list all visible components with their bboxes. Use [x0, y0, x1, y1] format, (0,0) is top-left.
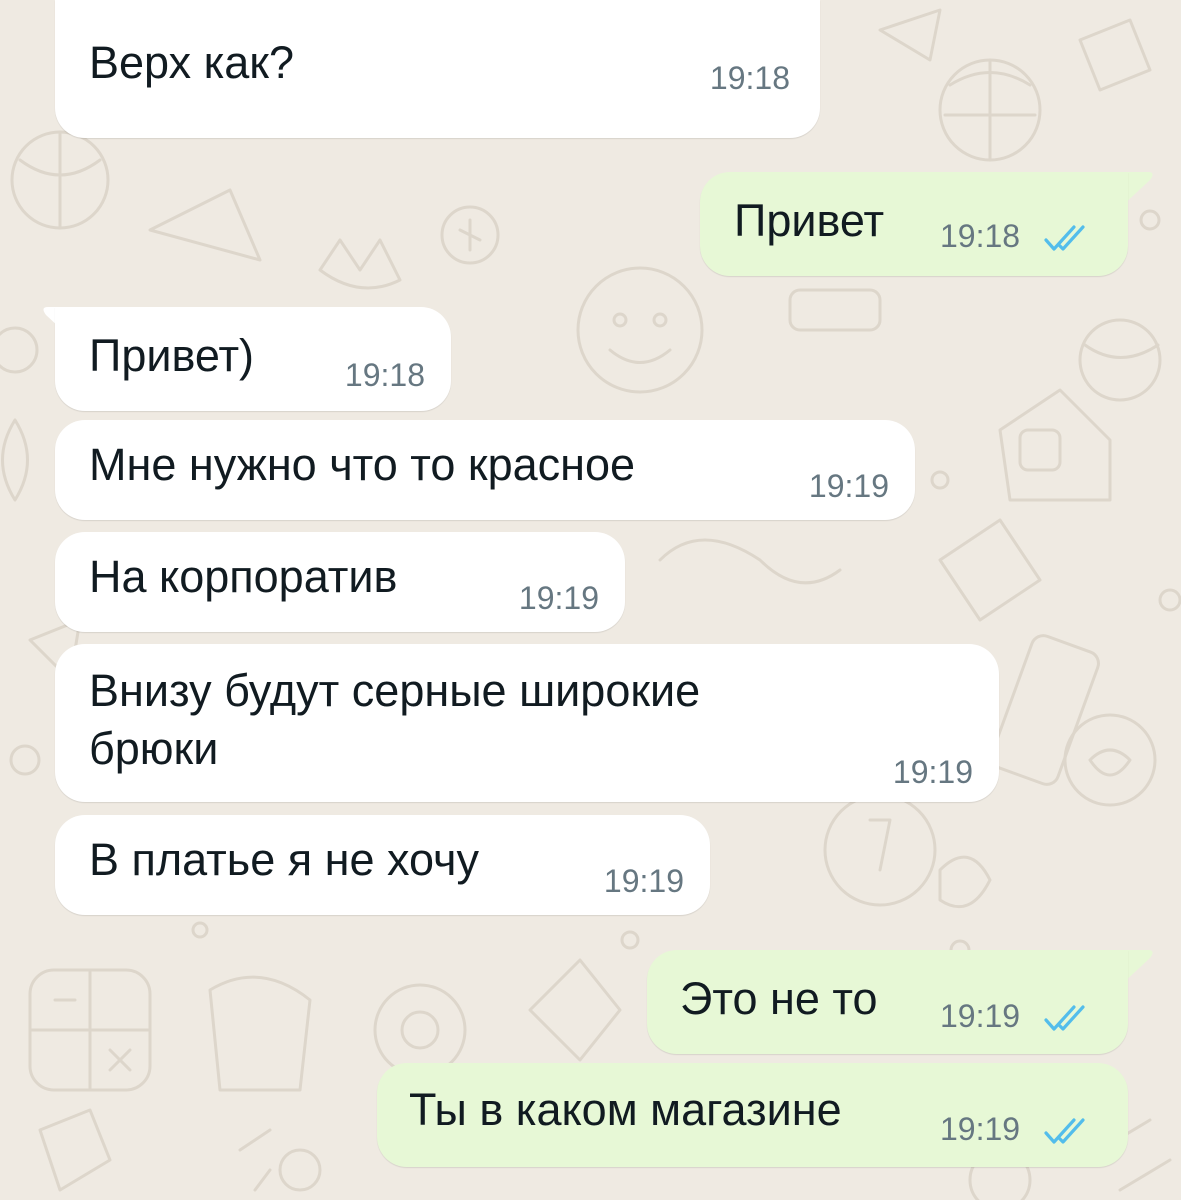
bubble-tail-outgoing	[1122, 172, 1153, 206]
message-time: 19:19	[892, 754, 973, 790]
message-time: 19:18	[344, 357, 425, 393]
message-text: Привет)	[89, 330, 255, 381]
message-time: 19:19	[518, 580, 599, 616]
message-bubble-incoming[interactable]: Верх как? 19:18	[55, 0, 820, 138]
message-bubble-incoming[interactable]: На корпоратив 19:19	[55, 532, 625, 632]
read-ticks-icon	[1044, 225, 1085, 251]
message-bubble-outgoing[interactable]: Ты в каком магазине 19:19	[377, 1063, 1128, 1167]
message-text: В платье я не хочу	[89, 834, 479, 885]
read-ticks-icon	[1044, 1118, 1085, 1144]
message-time: 19:18	[709, 60, 790, 96]
message-text-line-2: брюки	[89, 723, 219, 774]
message-text: На корпоратив	[89, 551, 398, 602]
message-time: 19:18	[940, 218, 1021, 254]
message-text: Это не то	[680, 973, 878, 1024]
message-list[interactable]: Верх как? 19:18 Привет 19:18 Привет) 19:…	[0, 0, 1181, 1200]
message-time: 19:19	[940, 998, 1021, 1034]
read-ticks-icon	[1044, 1005, 1085, 1031]
message-text: Привет	[734, 195, 885, 246]
message-time: 19:19	[808, 468, 889, 504]
message-bubble-incoming[interactable]: Привет) 19:18	[55, 307, 451, 411]
message-bubble-incoming[interactable]: В платье я не хочу 19:19	[55, 815, 710, 915]
message-bubble-incoming[interactable]: Мне нужно что то красное 19:19	[55, 420, 915, 520]
message-bubble-incoming[interactable]: Внизу будут серные широкие брюки 19:19	[55, 644, 999, 802]
message-bubble-outgoing[interactable]: Это не то 19:19	[647, 950, 1128, 1054]
message-text: Внизу будут серные широкие	[89, 665, 701, 716]
bubble-tail-outgoing	[1122, 950, 1153, 984]
message-bubble-outgoing[interactable]: Привет 19:18	[700, 172, 1128, 276]
message-text: Верх как?	[89, 37, 294, 88]
message-text: Мне нужно что то красное	[89, 439, 636, 490]
message-time: 19:19	[940, 1111, 1021, 1147]
message-time: 19:19	[603, 863, 684, 899]
message-text: Ты в каком магазине	[409, 1084, 842, 1135]
